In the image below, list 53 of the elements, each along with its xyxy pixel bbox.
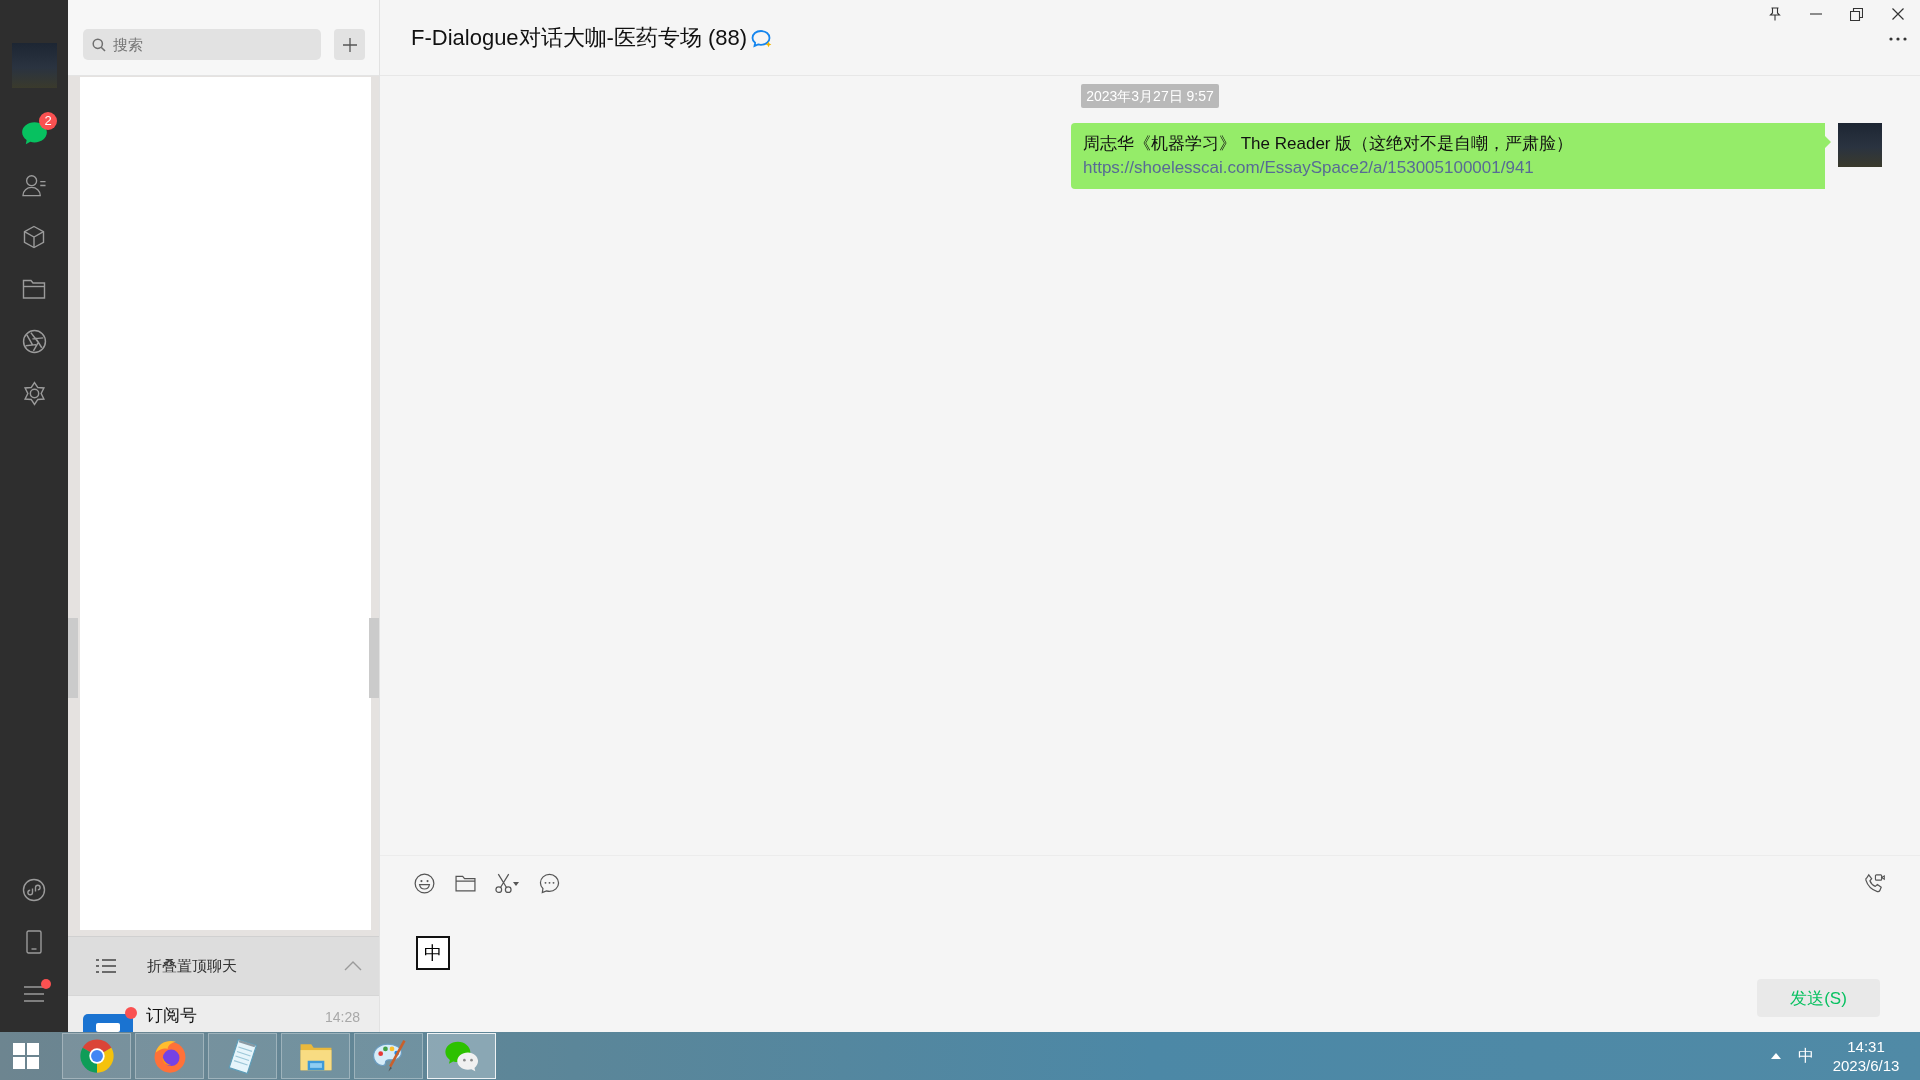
smiley-icon	[413, 872, 435, 894]
browser-icon	[77, 1037, 116, 1075]
list-icon	[96, 958, 116, 974]
phone-icon	[26, 930, 42, 954]
speech-bubble-icon	[538, 872, 560, 894]
folder-icon	[454, 874, 476, 892]
chat-time: 14:28	[324, 1008, 360, 1026]
message-text: 周志华《机器学习》 The Reader 版（这绝对不是自嘲，严肃脸） https://shoelesscai.com/EssaySpace2/a/153005100001/941	[1083, 133, 1575, 179]
plus-icon	[342, 37, 357, 52]
close-icon	[1891, 8, 1904, 20]
clock-date[interactable]: 2023/6/13	[1832, 1056, 1900, 1075]
scrollbar-thumb[interactable]	[68, 618, 78, 698]
pin-icon	[1768, 7, 1781, 21]
chats-button[interactable]: 2	[10, 107, 58, 159]
search-icon	[92, 38, 106, 52]
dropdown-caret-icon	[513, 882, 519, 886]
caret-up-icon[interactable]	[1771, 1053, 1781, 1059]
menu-icon	[23, 985, 45, 1003]
windows-logo-icon	[13, 1043, 39, 1069]
scissors-icon	[495, 872, 512, 894]
unread-count-badge: 2	[39, 112, 57, 130]
restore-icon	[1850, 7, 1863, 21]
add-button[interactable]	[334, 29, 365, 60]
message-link[interactable]: https://shoelesscai.com/EssaySpace2/a/153005100001/941	[1083, 158, 1534, 177]
aperture-icon	[21, 328, 47, 354]
chevron-up-icon	[344, 961, 362, 971]
speech-bubble-icon[interactable]	[751, 28, 774, 49]
clock-time[interactable]: 14:31	[1847, 1037, 1885, 1056]
cube-icon	[22, 225, 46, 249]
taskbar-app-button[interactable]	[208, 1033, 277, 1079]
send-button[interactable]: 发送(S)	[1757, 979, 1880, 1017]
scrollbar-thumb[interactable]	[369, 618, 379, 698]
ime-mode-indicator: 中	[416, 936, 450, 970]
ime-indicator[interactable]: 中	[1798, 1045, 1814, 1067]
minimize-icon	[1809, 13, 1822, 15]
link-circle-icon	[22, 878, 46, 902]
timestamp-label: 2023年3月27日 9:57	[1081, 84, 1219, 108]
chat-list-item[interactable]: 订阅号 14:28	[68, 995, 379, 1032]
taskbar-app-button[interactable]	[281, 1033, 350, 1079]
chat-name: 订阅号	[146, 1005, 198, 1027]
folder-icon	[22, 278, 46, 300]
taskbar-app-button[interactable]	[427, 1033, 496, 1079]
more-icon	[1888, 37, 1907, 41]
search-field[interactable]: 搜索	[83, 29, 321, 60]
hexagram-icon	[21, 380, 47, 406]
phone-video-icon	[1863, 872, 1885, 894]
person-list-icon	[21, 173, 47, 197]
subscription-icon	[83, 1014, 133, 1032]
taskbar-app-button[interactable]	[62, 1033, 131, 1079]
taskbar-app-button[interactable]	[135, 1033, 204, 1079]
taskbar-app-button[interactable]	[354, 1033, 423, 1079]
chat-title: F-Dialogue对话大咖-医药专场 (88)	[411, 23, 748, 52]
fold-pinned-chats-button[interactable]: 折叠置顶聊天	[68, 936, 379, 995]
